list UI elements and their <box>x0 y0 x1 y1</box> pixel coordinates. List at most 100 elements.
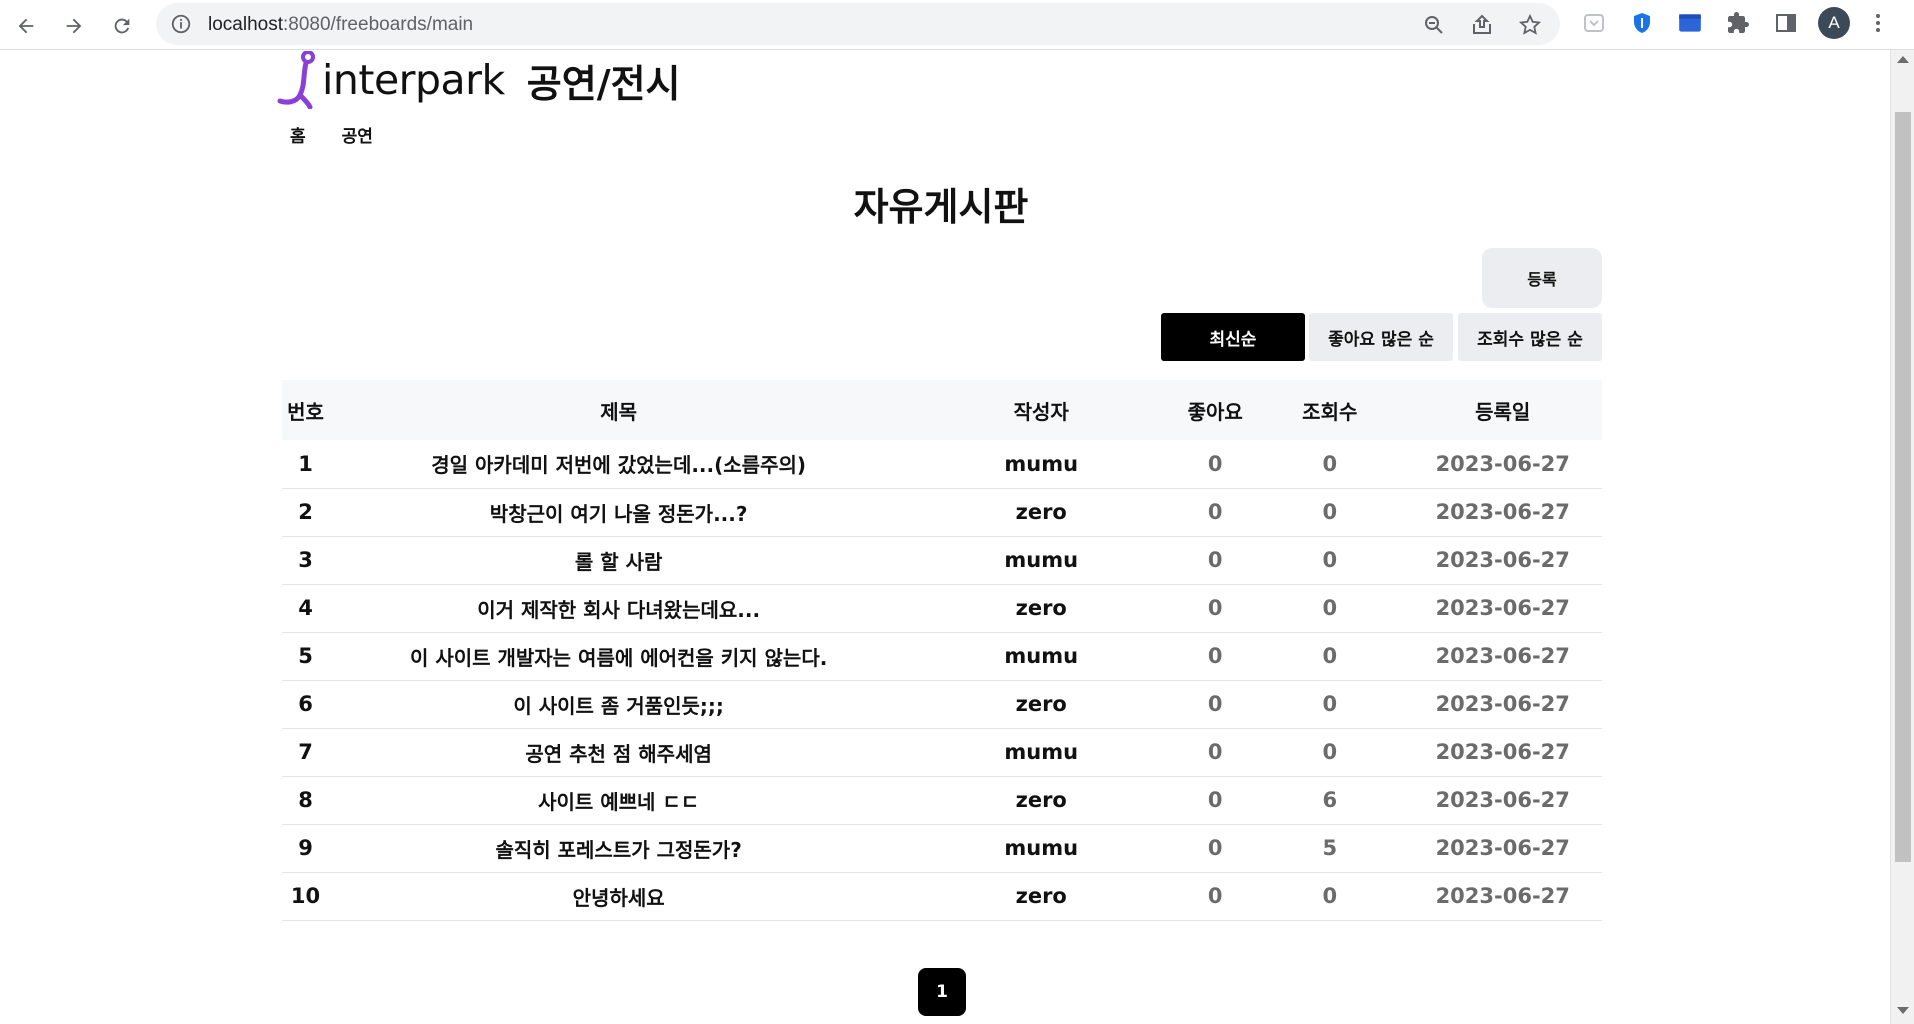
row-title[interactable]: 사이트 예쁘네 ㄷㄷ <box>329 776 908 824</box>
row-date: 2023-06-27 <box>1435 788 1570 812</box>
table-row[interactable]: 8 사이트 예쁘네 ㄷㄷ zero 0 6 2023-06-27 <box>282 776 1602 824</box>
shield-extension-icon[interactable] <box>1628 9 1656 37</box>
row-title[interactable]: 경일 아카데미 저번에 갔었는데...(소름주의) <box>329 440 908 488</box>
col-likes: 좋아요 <box>1187 399 1243 424</box>
sort-views-button[interactable]: 조회수 많은 순 <box>1458 313 1602 361</box>
row-title[interactable]: 롤 할 사람 <box>329 536 908 584</box>
row-views: 0 <box>1322 884 1338 908</box>
scroll-down-icon[interactable] <box>1897 1007 1909 1014</box>
pocket-extension-icon[interactable] <box>1580 9 1608 37</box>
sort-likes-button[interactable]: 좋아요 많은 순 <box>1309 313 1453 361</box>
table-row[interactable]: 7 공연 추천 점 해주세염 mumu 0 0 2023-06-27 <box>282 728 1602 776</box>
back-button[interactable] <box>8 8 44 44</box>
table-row[interactable]: 1 경일 아카데미 저번에 갔었는데...(소름주의) mumu 0 0 202… <box>282 440 1602 488</box>
row-author: zero <box>1015 500 1067 524</box>
col-author: 작성자 <box>1013 399 1069 424</box>
reload-icon <box>114 18 130 34</box>
row-author: mumu <box>1004 548 1079 572</box>
profile-avatar[interactable]: A <box>1818 7 1850 39</box>
row-date: 2023-06-27 <box>1435 740 1570 764</box>
row-author: mumu <box>1004 836 1079 860</box>
browser-toolbar: localhost:8080/freeboards/main A <box>0 0 1914 50</box>
scroll-up-icon[interactable] <box>1897 56 1909 63</box>
table-row[interactable]: 3 롤 할 사람 mumu 0 0 2023-06-27 <box>282 536 1602 584</box>
forward-button[interactable] <box>56 8 92 44</box>
row-likes: 0 <box>1207 836 1223 860</box>
row-number: 8 <box>298 788 313 812</box>
table-row[interactable]: 5 이 사이트 개발자는 여름에 에어컨을 키지 않는다. mumu 0 0 2… <box>282 632 1602 680</box>
register-button[interactable]: 등록 <box>1482 248 1602 308</box>
table-row[interactable]: 4 이거 제작한 회사 다녀왔는데요... zero 0 0 2023-06-2… <box>282 584 1602 632</box>
interpark-logo-icon <box>277 51 315 109</box>
arrow-left-icon <box>18 18 34 34</box>
info-icon[interactable] <box>170 13 192 35</box>
brand-name: interpark <box>322 56 505 104</box>
col-date: 등록일 <box>1475 399 1531 424</box>
row-views: 0 <box>1322 596 1338 620</box>
share-icon[interactable] <box>1470 13 1494 37</box>
section-name: 공연/전시 <box>526 61 681 106</box>
reload-button[interactable] <box>104 8 140 44</box>
table-row[interactable]: 10 안녕하세요 zero 0 0 2023-06-27 <box>282 872 1602 920</box>
row-likes: 0 <box>1207 692 1223 716</box>
menu-kebab-icon[interactable] <box>1868 9 1888 37</box>
url-text[interactable]: localhost:8080/freeboards/main <box>208 14 473 36</box>
row-date: 2023-06-27 <box>1435 548 1570 572</box>
row-number: 3 <box>298 548 313 572</box>
table-row[interactable]: 6 이 사이트 좀 거품인듯;;; zero 0 0 2023-06-27 <box>282 680 1602 728</box>
row-number: 7 <box>298 740 313 764</box>
row-title[interactable]: 이 사이트 좀 거품인듯;;; <box>329 680 908 728</box>
side-panel-icon[interactable] <box>1772 9 1800 37</box>
row-date: 2023-06-27 <box>1435 596 1570 620</box>
row-views: 6 <box>1322 788 1338 812</box>
table-row[interactable]: 2 박창근이 여기 나올 정돈가...? zero 0 0 2023-06-27 <box>282 488 1602 536</box>
pagination-page-button[interactable]: 1 <box>918 968 966 1016</box>
url-path: :8080/freeboards/main <box>283 14 474 35</box>
board-table: 번호 제목 작성자 좋아요 조회수 등록일 1 경일 아카데미 저번에 갔었는데… <box>282 380 1602 921</box>
scrollbar-thumb[interactable] <box>1895 112 1911 862</box>
page-scrollbar[interactable] <box>1890 50 1914 1024</box>
row-number: 9 <box>298 836 313 860</box>
nav-home[interactable]: 홈 <box>290 122 306 147</box>
row-date: 2023-06-27 <box>1435 692 1570 716</box>
row-number: 4 <box>298 596 313 620</box>
row-views: 0 <box>1322 548 1338 572</box>
row-title[interactable]: 이거 제작한 회사 다녀왔는데요... <box>329 584 908 632</box>
row-date: 2023-06-27 <box>1435 644 1570 668</box>
page-title: 자유게시판 <box>853 185 1029 229</box>
row-title[interactable]: 이 사이트 개발자는 여름에 에어컨을 키지 않는다. <box>329 632 908 680</box>
top-navigation: 홈 공연 <box>290 122 373 147</box>
row-number: 6 <box>298 692 313 716</box>
row-views: 5 <box>1322 836 1338 860</box>
site-logo[interactable]: interpark 공연/전시 <box>276 50 681 110</box>
row-likes: 0 <box>1207 884 1223 908</box>
sort-latest-button[interactable]: 최신순 <box>1161 313 1305 361</box>
row-author: zero <box>1015 692 1067 716</box>
row-title[interactable]: 안녕하세요 <box>329 872 908 920</box>
row-date: 2023-06-27 <box>1435 451 1570 476</box>
row-views: 0 <box>1322 500 1338 524</box>
table-header: 번호 제목 작성자 좋아요 조회수 등록일 <box>282 380 1602 440</box>
star-icon[interactable] <box>1518 13 1542 37</box>
window-extension-icon[interactable] <box>1676 9 1704 37</box>
extensions-puzzle-icon[interactable] <box>1724 9 1752 37</box>
row-likes: 0 <box>1207 740 1223 764</box>
table-row[interactable]: 9 솔직히 포레스트가 그정돈가? mumu 0 5 2023-06-27 <box>282 824 1602 872</box>
address-bar[interactable]: localhost:8080/freeboards/main <box>156 3 1560 45</box>
row-author: zero <box>1015 884 1067 908</box>
col-number: 번호 <box>287 399 324 424</box>
row-title[interactable]: 박창근이 여기 나올 정돈가...? <box>329 488 908 536</box>
row-date: 2023-06-27 <box>1435 884 1570 908</box>
row-likes: 0 <box>1207 644 1223 668</box>
row-date: 2023-06-27 <box>1435 836 1570 860</box>
row-title[interactable]: 솔직히 포레스트가 그정돈가? <box>329 824 908 872</box>
row-author: zero <box>1015 788 1067 812</box>
row-number: 2 <box>298 500 313 524</box>
zoom-icon[interactable] <box>1422 13 1446 37</box>
nav-performance[interactable]: 공연 <box>342 122 373 147</box>
row-title[interactable]: 공연 추천 점 해주세염 <box>329 728 908 776</box>
row-likes: 0 <box>1207 596 1223 620</box>
col-views: 조회수 <box>1302 399 1358 424</box>
url-host: localhost <box>208 14 283 35</box>
row-author: mumu <box>1004 644 1079 668</box>
